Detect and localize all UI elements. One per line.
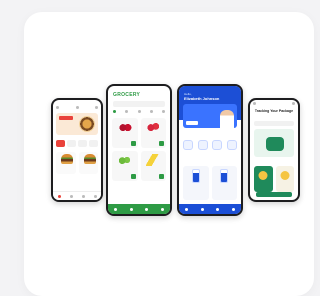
banner-cta-button[interactable] <box>186 121 198 125</box>
medicine-bottle-image <box>191 169 200 183</box>
home-icon[interactable] <box>114 207 118 211</box>
product-card[interactable] <box>140 151 166 181</box>
category-list <box>183 140 237 150</box>
option-card[interactable] <box>275 166 294 192</box>
user-name: Elizabeth Johnson <box>184 96 220 101</box>
option-card[interactable] <box>254 166 273 192</box>
category-item[interactable] <box>212 140 223 150</box>
search-input[interactable] <box>113 101 165 107</box>
food-app-phone <box>51 98 103 202</box>
category-item[interactable] <box>89 140 98 147</box>
tab-item[interactable] <box>137 110 141 113</box>
food-grid <box>56 152 98 174</box>
cart-icon[interactable] <box>145 207 149 211</box>
add-button[interactable] <box>130 174 136 179</box>
product-card[interactable] <box>112 151 138 181</box>
option-cards <box>254 166 294 192</box>
food-plate-image <box>79 116 95 132</box>
tracking-app-phone: Tracking Your Package <box>248 98 300 202</box>
cart-icon[interactable] <box>95 105 98 109</box>
pharmacy-app-phone: Hello, Elizabeth Johnson <box>177 84 243 216</box>
sun-icon <box>258 171 268 180</box>
category-item[interactable] <box>197 140 208 150</box>
tracking-app-screen: Tracking Your Package <box>250 100 298 200</box>
grocery-app-screen: GROCERY <box>108 86 170 214</box>
category-tabs <box>113 110 165 113</box>
tab-active-indicator[interactable] <box>113 110 116 113</box>
food-card[interactable] <box>56 152 76 174</box>
profile-icon[interactable] <box>93 194 97 198</box>
promo-banner[interactable] <box>56 113 98 135</box>
profile-icon[interactable] <box>160 207 164 211</box>
home-icon[interactable] <box>185 207 189 211</box>
grapes-image <box>117 154 132 166</box>
bottom-nav <box>53 191 101 200</box>
product-card[interactable] <box>112 118 138 148</box>
product-card[interactable] <box>211 166 237 200</box>
offer-banner[interactable] <box>183 104 237 128</box>
menu-icon[interactable] <box>292 101 295 105</box>
category-item[interactable] <box>226 140 237 150</box>
tracking-top-bar <box>250 100 298 106</box>
search-icon[interactable] <box>200 207 204 211</box>
food-card[interactable] <box>78 152 98 174</box>
grocery-app-title: GROCERY <box>113 92 141 98</box>
search-icon[interactable] <box>129 207 133 211</box>
tab-item[interactable] <box>125 110 129 113</box>
add-button[interactable] <box>159 174 164 179</box>
add-button[interactable] <box>159 141 164 146</box>
product-grid <box>183 166 237 200</box>
burger-image <box>83 154 96 164</box>
home-icon[interactable] <box>57 194 61 198</box>
heart-icon[interactable] <box>69 194 73 198</box>
product-card[interactable] <box>183 166 209 200</box>
doctor-image <box>220 110 234 128</box>
delivery-illustration <box>254 129 294 157</box>
category-list <box>56 140 98 147</box>
banana-image <box>146 154 161 166</box>
menu-icon[interactable] <box>56 105 59 109</box>
scooter-image <box>266 137 284 151</box>
bottom-nav <box>179 204 241 214</box>
location-icon <box>75 105 79 109</box>
food-app-top-bar <box>56 104 98 110</box>
bottom-nav <box>108 204 170 214</box>
grocery-app-phone: GROCERY <box>106 84 172 216</box>
track-button[interactable] <box>256 192 292 197</box>
category-item[interactable] <box>78 140 87 147</box>
category-item[interactable] <box>56 140 65 147</box>
product-card[interactable] <box>140 118 166 148</box>
pharmacy-app-screen: Hello, Elizabeth Johnson <box>179 86 241 214</box>
food-app-screen <box>53 100 101 200</box>
bag-icon[interactable] <box>81 194 85 198</box>
tracking-title: Tracking Your Package <box>254 109 294 113</box>
category-item[interactable] <box>183 140 193 150</box>
burger-image <box>61 154 73 164</box>
strawberry-image <box>146 121 161 133</box>
profile-icon[interactable] <box>231 207 235 211</box>
box-icon <box>280 171 290 180</box>
category-item[interactable] <box>67 140 76 147</box>
add-button[interactable] <box>130 141 136 146</box>
medicine-bottle-image <box>220 169 229 183</box>
product-grid <box>112 118 166 181</box>
cherry-image <box>117 121 132 133</box>
tab-item[interactable] <box>162 110 165 113</box>
promo-tag <box>59 116 73 120</box>
tracking-number-input[interactable] <box>254 121 294 126</box>
tab-item[interactable] <box>149 110 153 113</box>
back-icon[interactable] <box>253 101 256 105</box>
cart-icon[interactable] <box>216 207 220 211</box>
